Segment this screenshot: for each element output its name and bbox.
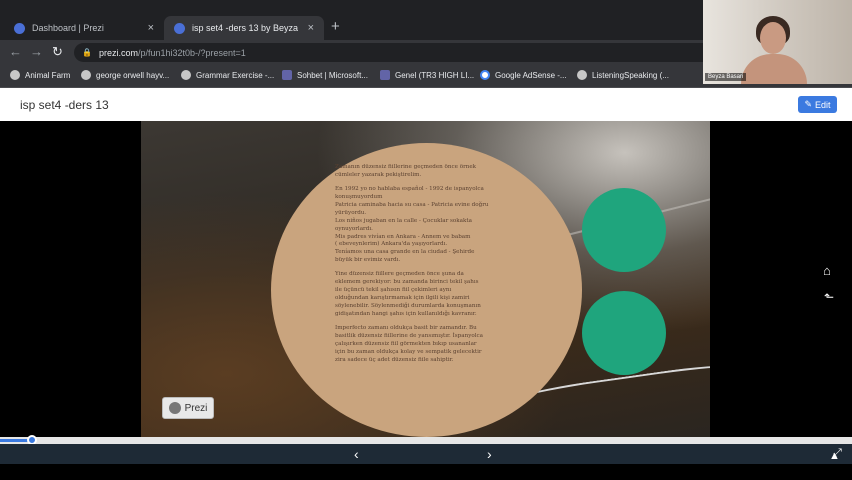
- bookmark-grammar-exercise[interactable]: Grammar Exercise -...: [181, 70, 274, 80]
- presentation-progress-bar[interactable]: [0, 435, 852, 445]
- next-step-button[interactable]: ›: [487, 446, 492, 462]
- globe-icon: [181, 70, 191, 80]
- webcam-overlay: Beyza Basari: [703, 0, 852, 84]
- webcam-person-face: [760, 22, 786, 54]
- slide-text-line: En 1992 yo no hablaba español - 1992 de …: [335, 185, 484, 192]
- screen: Dashboard | Prezi × isp set4 -ders 13 by…: [0, 0, 852, 480]
- teams-icon: [282, 70, 292, 80]
- bookmark-genel[interactable]: Genel (TR3 HIGH LI...: [380, 70, 474, 80]
- presentation-title: isp set4 -ders 13: [20, 98, 109, 112]
- edit-button-label: Edit: [815, 99, 831, 110]
- tab-dashboard[interactable]: Dashboard | Prezi ×: [4, 16, 164, 40]
- new-tab-icon[interactable]: +: [331, 18, 340, 35]
- tab-title: Dashboard | Prezi: [32, 23, 104, 33]
- slide-text-line: Teníamos una casa grande en la ciudad - …: [335, 249, 475, 256]
- slide-canvas: Zamanın düzensiz fiillerine geçmeden önc…: [141, 121, 710, 437]
- previous-step-button[interactable]: ‹: [354, 446, 359, 462]
- slide-text-line: Yine düzensiz fiillere geçmeden önce şun…: [335, 271, 464, 278]
- reload-icon[interactable]: ↻: [52, 44, 63, 60]
- slide-text-line: Imperfecto zamanı oldukça basit bir zama…: [335, 324, 477, 331]
- subtopic-circle-2[interactable]: [582, 291, 666, 375]
- slide-text-line: zira sadece üç adet düzensiz fiile sahip…: [335, 356, 454, 363]
- lock-icon: 🔒: [82, 48, 92, 57]
- slide-text-line: Patricia caminaba hacia su casa - Patric…: [335, 201, 489, 208]
- slide-text-line: basitlik düzensiz fiillerine de yansımış…: [335, 332, 483, 339]
- slide-paragraph: Imperfecto zamanı oldukça basit bir zama…: [335, 325, 517, 365]
- slide-text-block: Zamanın düzensiz fiillerine geçmeden önc…: [335, 164, 517, 371]
- webcam-name-label: Beyza Basari: [705, 73, 747, 81]
- bookmark-george-orwell[interactable]: george orwell hayv...: [81, 70, 169, 80]
- tab-title: isp set4 -ders 13 by Beyza Başar: [192, 23, 300, 33]
- presentation-controls: ‹ › ⤢: [0, 444, 852, 464]
- prezi-logo-button[interactable]: Prezi: [162, 397, 214, 419]
- bookmark-listening-speaking[interactable]: ListeningSpeaking (...: [577, 70, 669, 80]
- globe-icon: [10, 70, 20, 80]
- slide-text-line: yürüyordu.: [335, 209, 367, 216]
- forward-arrow-icon[interactable]: →: [30, 44, 43, 59]
- tab-presentation[interactable]: isp set4 -ders 13 by Beyza Başar ×: [164, 16, 324, 40]
- slide-text-line: için bu zaman oldukça kolay ve sempatik …: [335, 348, 482, 355]
- prezi-logo-text: Prezi: [184, 402, 208, 414]
- slide-text-line: çalışırken düzensiz fiil görmekten bıkıp…: [335, 340, 477, 347]
- prezi-logo-icon: [168, 402, 181, 414]
- slide-paragraph: Zamanın düzensiz fiillerine geçmeden önc…: [335, 164, 517, 180]
- bookmark-sohbet-microsoft[interactable]: Sohbet | Microsoft...: [282, 70, 368, 80]
- back-arrow-icon[interactable]: ←: [9, 44, 22, 59]
- close-tab-icon[interactable]: ×: [308, 22, 314, 34]
- slide-text-line: Zamanın düzensiz fiillerine geçmeden önc…: [335, 164, 477, 170]
- subtopic-circle-1[interactable]: [582, 188, 666, 272]
- home-icon[interactable]: ⌂: [823, 263, 831, 278]
- slide-text-line: konuşmuyordum: [335, 193, 383, 200]
- bookmark-animal-farm[interactable]: Animal Farm: [10, 70, 70, 80]
- url-path: /p/fun1hi32t0b-/?present=1: [137, 47, 246, 58]
- slide-text-line: Los niños jugaban en la calle - Çocuklar…: [335, 217, 472, 224]
- globe-icon: [81, 70, 91, 80]
- slide-text-line: gidişatından hangi şahıs için kullanıldı…: [335, 310, 477, 317]
- close-tab-icon[interactable]: ×: [148, 22, 154, 34]
- slide-text-line: ile üçüncü tekil şahısın fiil çekimleri …: [335, 287, 452, 294]
- google-icon: [480, 70, 490, 80]
- globe-icon: [577, 70, 587, 80]
- prezi-favicon-icon: [14, 22, 25, 34]
- slide-paragraph: En 1992 yo no hablaba español - 1992 de …: [335, 186, 517, 265]
- slide-paragraph: Yine düzensiz fiillere geçmeden önce şun…: [335, 271, 517, 319]
- zoom-out-arrow-icon[interactable]: ⬑: [824, 290, 834, 304]
- teams-icon: [380, 70, 390, 80]
- prezi-header: isp set4 -ders 13 ✎ Edit: [0, 88, 852, 121]
- slide-text-line: söylenebilir. Söylenmediği durumlarda ko…: [335, 303, 481, 309]
- slide-text-line: cümleler yazarak pekiştirelim.: [335, 171, 422, 178]
- mouse-cursor-icon: ▲: [829, 450, 840, 462]
- prezi-favicon-icon: [174, 22, 185, 34]
- slide-text-line: eklemem gerekiyor: bu zamanda birinci te…: [335, 279, 479, 286]
- url-host: prezi.com: [98, 47, 138, 58]
- bookmark-google-adsense[interactable]: Google AdSense -...: [480, 70, 567, 80]
- edit-button[interactable]: ✎ Edit: [798, 96, 837, 113]
- slide-text-line: oynuyorlardı.: [335, 225, 373, 232]
- pencil-icon: ✎: [804, 99, 813, 109]
- slide-text-line: olduğundan karıştırmamak için ilgili kiş…: [335, 295, 470, 302]
- url-input[interactable]: 🔒 prezi.com/p/fun1hi32t0b-/?present=1: [74, 43, 714, 62]
- slide-text-line: büyük bir evimiz vardı.: [335, 257, 401, 264]
